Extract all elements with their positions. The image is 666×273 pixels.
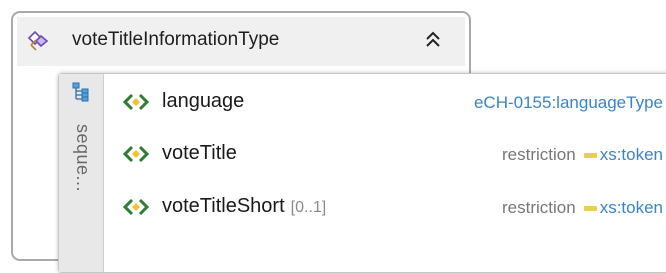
complex-type-icon: [27, 30, 49, 51]
element-icon: [123, 198, 149, 216]
element-name: voteTitleShort [0..1]: [162, 195, 327, 217]
element-type[interactable]: restriction xs:token: [502, 145, 663, 165]
element-type[interactable]: eCH-0155:languageType: [474, 93, 663, 113]
occurrence-label: [0..1]: [290, 199, 327, 216]
complex-type-header[interactable]: voteTitleInformationType: [17, 17, 465, 66]
element-row-votetitle[interactable]: voteTitle restriction xs:token: [59, 130, 666, 178]
element-name: language: [162, 90, 245, 112]
element-type[interactable]: restriction xs:token: [502, 198, 663, 218]
restriction-keyword: restriction: [502, 145, 576, 164]
element-icon: [123, 145, 149, 163]
collapse-up-icon[interactable]: [423, 27, 443, 53]
element-icon: [123, 93, 149, 111]
complex-type-title: voteTitleInformationType: [72, 29, 280, 50]
type-link[interactable]: eCH-0155:languageType: [474, 93, 663, 113]
restriction-bar-icon: [583, 152, 597, 158]
element-row-language[interactable]: language eCH-0155:languageType: [59, 78, 666, 126]
restriction-bar-icon: [583, 205, 597, 211]
element-row-votetitleshort[interactable]: voteTitleShort [0..1] restriction xs:toke…: [59, 183, 666, 231]
sequence-box: seque... language eCH-0155:languageType …: [58, 73, 666, 273]
type-link[interactable]: xs:token: [600, 145, 663, 165]
type-link[interactable]: xs:token: [600, 198, 663, 218]
element-name: voteTitle: [162, 142, 237, 164]
restriction-keyword: restriction: [502, 198, 576, 217]
